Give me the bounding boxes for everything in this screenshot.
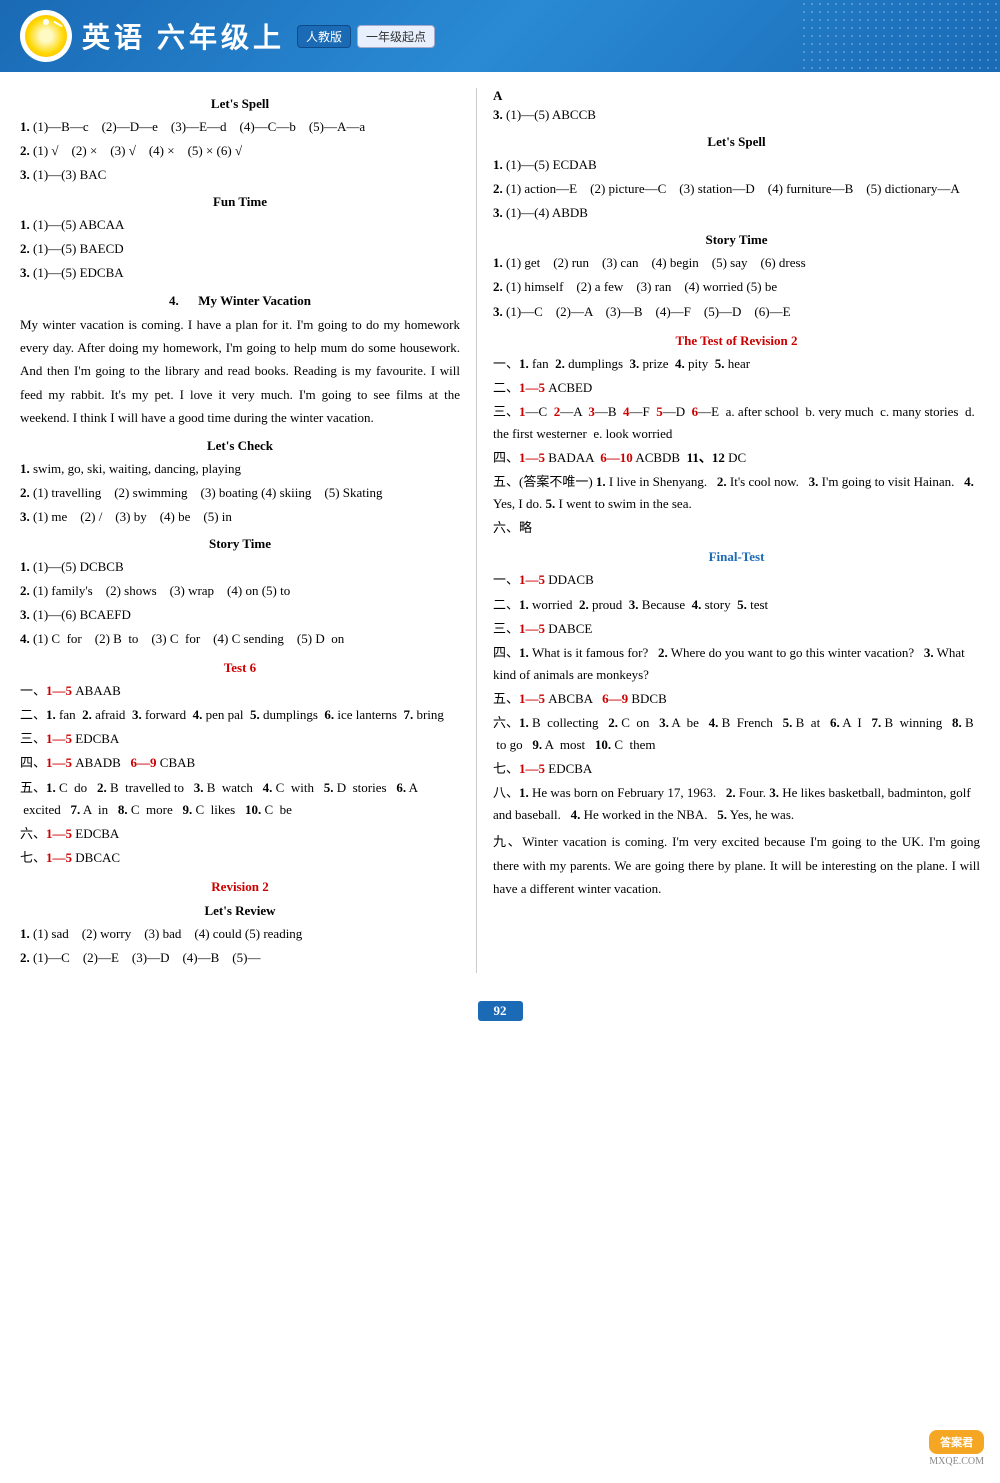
ft-qi: 七、1—5 EDCBA [493, 758, 980, 780]
test-revision2-content: 一、1. fan 2. dumplings 3. prize 4. pity 5… [493, 353, 980, 540]
lets-check-content: 1. swim, go, ski, waiting, dancing, play… [20, 458, 460, 528]
tr2-san: 三、1—C 2—A 3—B 4—F 5—D 6—E a. after schoo… [493, 401, 980, 445]
right-item3-text: 3. (1)—(5) ABCCB [493, 104, 980, 126]
lets-spell-item-1: 1. (1)—B—c (2)—D—e (3)—E—d (4)—C—b (5)—A… [20, 116, 460, 138]
my-winter-text: My winter vacation is coming. I have a p… [20, 313, 460, 430]
tr2-yi: 一、1. fan 2. dumplings 3. prize 4. pity 5… [493, 353, 980, 375]
lets-review-content: 1. (1) sad (2) worry (3) bad (4) could (… [20, 923, 460, 969]
header-badges: 人教版 一年级起点 [297, 25, 435, 48]
lets-spell-content-right: 1. (1)—(5) ECDAB 2. (1) action—E (2) pic… [493, 154, 980, 224]
fun-time-item-3: 3. (1)—(5) EDCBA [20, 262, 460, 284]
ft-liu: 六、1. B collecting 2. C on 3. A be 4. B F… [493, 712, 980, 756]
logo-url: MXQE.COM [929, 1456, 984, 1467]
test6-yi: 一、1—5 ABAAB [20, 680, 460, 702]
header-logo [20, 10, 72, 62]
ft-er: 二、1. worried 2. proud 3. Because 4. stor… [493, 594, 980, 616]
page-number-container: 92 [0, 1001, 1000, 1021]
test6-san: 三、1—5 EDCBA [20, 728, 460, 750]
badge-publisher: 人教版 [297, 25, 351, 48]
right-story-2: 2. (1) himself (2) a few (3) ran (4) wor… [493, 276, 980, 298]
right-story-3: 3. (1)—C (2)—A (3)—B (4)—F (5)—D (6)—E [493, 301, 980, 323]
right-a-label: A [493, 88, 980, 104]
test6-er: 二、1. fan 2. afraid 3. forward 4. pen pal… [20, 704, 460, 726]
story-time-content-right: 1. (1) get (2) run (3) can (4) begin (5)… [493, 252, 980, 322]
lets-review-title: Let's Review [20, 903, 460, 919]
page-number: 92 [478, 1001, 523, 1021]
final-test-title: Final-Test [493, 549, 980, 565]
header-title: 英语 六年级上 [82, 16, 285, 56]
fun-time-title: Fun Time [20, 194, 460, 210]
test6-si: 四、1—5 ABADB 6—9 CBAB [20, 752, 460, 774]
lets-check-item-3: 3. (1) me (2) / (3) by (4) be (5) in [20, 506, 460, 528]
lets-spell-item-2: 2. (1) √ (2) × (3) √ (4) × (5) × (6) √ [20, 140, 460, 162]
test6-wu: 五、1. C do 2. B travelled to 3. B watch 4… [20, 777, 460, 821]
left-column: Let's Spell 1. (1)—B—c (2)—D—e (3)—E—d (… [20, 88, 460, 973]
tr2-wu: 五、(答案不唯一) 1. I live in Shenyang. 2. It's… [493, 471, 980, 515]
story-time-title-left: Story Time [20, 536, 460, 552]
bottom-logo: 答案君 MXQE.COM [929, 1430, 984, 1467]
tr2-er: 二、1—5 ACBED [493, 377, 980, 399]
test6-content: 一、1—5 ABAAB 二、1. fan 2. afraid 3. forwar… [20, 680, 460, 869]
right-lets-spell-3: 3. (1)—(4) ABDB [493, 202, 980, 224]
tr2-si: 四、1—5 BADAA 6—10 ACBDB 11、12 DC [493, 447, 980, 469]
fun-time-item-1: 1. (1)—(5) ABCAA [20, 214, 460, 236]
ft-ba: 八、1. He was born on February 17, 1963. 2… [493, 782, 980, 826]
badge-grade: 一年级起点 [357, 25, 435, 48]
right-story-1: 1. (1) get (2) run (3) can (4) begin (5)… [493, 252, 980, 274]
right-item3: 3. (1)—(5) ABCCB [493, 104, 980, 126]
lets-check-item-2: 2. (1) travelling (2) swimming (3) boati… [20, 482, 460, 504]
lets-review-item-2: 2. (1)—C (2)—E (3)—D (4)—B (5)— [20, 947, 460, 969]
story-time-content-left: 1. (1)—(5) DCBCB 2. (1) family's (2) sho… [20, 556, 460, 650]
ft-si: 四、1. What is it famous for? 2. Where do … [493, 642, 980, 686]
ft-yi: 一、1—5 DDACB [493, 569, 980, 591]
test6-title: Test 6 [20, 660, 460, 676]
right-column: A 3. (1)—(5) ABCCB Let's Spell 1. (1)—(5… [476, 88, 980, 973]
page-header: 英语 六年级上 人教版 一年级起点 [0, 0, 1000, 72]
lets-check-item-1: 1. swim, go, ski, waiting, dancing, play… [20, 458, 460, 480]
story-time-item-4: 4. (1) C for (2) B to (3) C for (4) C se… [20, 628, 460, 650]
test-revision2-title: The Test of Revision 2 [493, 333, 980, 349]
revision2-title: Revision 2 [20, 879, 460, 895]
tr2-liu: 六、略 [493, 517, 980, 539]
lets-spell-content-left: 1. (1)—B—c (2)—D—e (3)—E—d (4)—C—b (5)—A… [20, 116, 460, 186]
lets-check-title: Let's Check [20, 438, 460, 454]
right-lets-spell-2: 2. (1) action—E (2) picture—C (3) statio… [493, 178, 980, 200]
lets-spell-title-right: Let's Spell [493, 134, 980, 150]
lets-review-item-1: 1. (1) sad (2) worry (3) bad (4) could (… [20, 923, 460, 945]
test6-liu: 六、1—5 EDCBA [20, 823, 460, 845]
final-test-content: 一、1—5 DDACB 二、1. worried 2. proud 3. Bec… [493, 569, 980, 900]
lets-spell-title-left: Let's Spell [20, 96, 460, 112]
logo-box: 答案君 [929, 1430, 984, 1454]
fun-time-item-2: 2. (1)—(5) BAECD [20, 238, 460, 260]
ft-san: 三、1—5 DABCE [493, 618, 980, 640]
test6-qi: 七、1—5 DBCAC [20, 847, 460, 869]
ft-wu: 五、1—5 ABCBA 6—9 BDCB [493, 688, 980, 710]
story-time-item-3: 3. (1)—(6) BCAEFD [20, 604, 460, 626]
story-time-item-2: 2. (1) family's (2) shows (3) wrap (4) o… [20, 580, 460, 602]
right-lets-spell-1: 1. (1)—(5) ECDAB [493, 154, 980, 176]
story-time-title-right: Story Time [493, 232, 980, 248]
fun-time-content: 1. (1)—(5) ABCAA 2. (1)—(5) BAECD 3. (1)… [20, 214, 460, 284]
my-winter-title: 4. My Winter Vacation [20, 293, 460, 309]
story-time-item-1: 1. (1)—(5) DCBCB [20, 556, 460, 578]
main-content: Let's Spell 1. (1)—B—c (2)—D—e (3)—E—d (… [0, 72, 1000, 989]
ft-jiu: 九、Winter vacation is coming. I'm very ex… [493, 830, 980, 900]
lets-spell-item-3: 3. (1)—(3) BAC [20, 164, 460, 186]
header-decoration [800, 0, 1000, 72]
